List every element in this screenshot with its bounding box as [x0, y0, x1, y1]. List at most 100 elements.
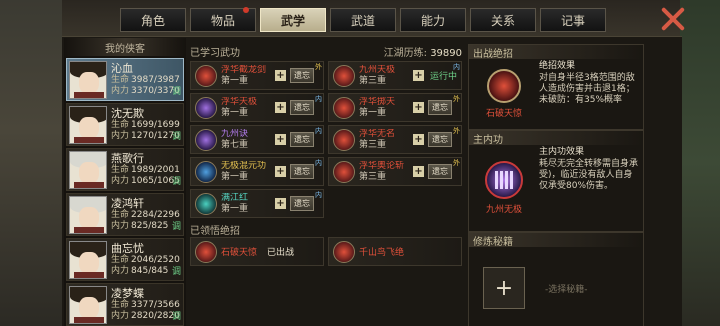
- avatar: [69, 240, 107, 279]
- upgrade-button[interactable]: +: [413, 70, 424, 81]
- forget-button[interactable]: 遗忘: [290, 68, 314, 83]
- forget-button[interactable]: 遗忘: [290, 196, 314, 211]
- skill-name: 九州诀: [221, 128, 249, 139]
- upgrade-button[interactable]: +: [275, 70, 286, 81]
- avatar: [69, 285, 107, 324]
- forget-button[interactable]: 遗忘: [428, 164, 452, 179]
- upgrade-button[interactable]: +: [275, 102, 286, 113]
- upgrade-button[interactable]: +: [275, 166, 286, 177]
- upgrade-button[interactable]: +: [275, 198, 286, 209]
- secret-book-section: 修炼秘籍 + -选择秘籍-: [468, 232, 644, 326]
- mp-label: 内力: [111, 310, 130, 321]
- forget-button[interactable]: 遗忘: [290, 132, 314, 147]
- detail-panel: 出战绝招 石破天惊 绝招效果 对自身半径3格范围的敌人造成伤害并击退1格； 未破…: [468, 44, 644, 326]
- learned-skills-title: 已学习武功: [190, 48, 240, 59]
- skill-card[interactable]: 浮华截龙剑 第一重 + 遗忘外: [190, 61, 324, 90]
- ult-emblem-icon[interactable]: [487, 69, 521, 103]
- forget-button[interactable]: 遗忘: [428, 132, 452, 147]
- forget-button[interactable]: 遗忘: [428, 100, 452, 115]
- tab-items[interactable]: 物品: [190, 7, 256, 32]
- ult-name: 石破天惊: [485, 109, 522, 119]
- skill-card[interactable]: 满江红 第一重 + 遗忘内: [190, 189, 324, 218]
- hero-name: 沁血: [111, 61, 133, 75]
- hero-list-header: 我的侠客: [64, 38, 186, 56]
- avatar: [69, 60, 107, 99]
- tab-label: 记事: [560, 13, 585, 28]
- skill-icon: [333, 64, 355, 87]
- tab-ability[interactable]: 能力: [400, 8, 466, 32]
- avatar: [69, 105, 107, 144]
- avatar: [69, 195, 107, 234]
- upgrade-button[interactable]: +: [413, 134, 424, 145]
- tab-relations[interactable]: 关系: [470, 8, 536, 32]
- skill-card[interactable]: 无极混元功 第一重 + 遗忘内: [190, 157, 324, 186]
- active-ult-section: 出战绝招 石破天惊 绝招效果 对自身半径3格范围的敌人造成伤害并击退1格； 未破…: [468, 44, 644, 130]
- adjust-button[interactable]: 调: [172, 309, 181, 322]
- add-secret-book-button[interactable]: +: [483, 267, 525, 309]
- hero-card[interactable]: 沁血 生命 3987/3987 内力 3370/3370 调: [66, 58, 184, 101]
- notification-dot-icon: [243, 7, 249, 13]
- hero-card[interactable]: 曲忘忧 生命 2046/2520 内力 845/845 调: [66, 238, 184, 281]
- skill-card[interactable]: 浮华掷天 第一重 + 遗忘外: [328, 93, 462, 122]
- skill-card[interactable]: 浮华奥论斩 第三重 + 遗忘外: [328, 157, 462, 186]
- skill-type-badge: 内: [315, 95, 322, 103]
- adjust-button[interactable]: 调: [172, 174, 181, 187]
- skill-name: 浮华截龙剑: [221, 64, 267, 75]
- skill-name: 浮华掷天: [359, 96, 396, 107]
- adjust-button[interactable]: 调: [172, 264, 181, 277]
- mp-label: 内力: [111, 130, 130, 141]
- skill-type-badge: 外: [453, 95, 460, 103]
- close-icon[interactable]: [660, 6, 686, 32]
- skill-icon: [195, 128, 217, 151]
- hero-card[interactable]: 凌梦蝶 生命 3377/3566 内力 2820/2820 调: [66, 283, 184, 326]
- hp-value: 2284/2296: [131, 209, 180, 220]
- hp-label: 生命: [111, 119, 130, 130]
- skill-card[interactable]: 浮华天极 第一重 + 遗忘内: [190, 93, 324, 122]
- skill-card[interactable]: 浮华无名 第三重 + 遗忘外: [328, 125, 462, 154]
- tab-role[interactable]: 角色: [120, 8, 186, 32]
- tab-martial-arts[interactable]: 武学: [260, 8, 326, 32]
- mp-label: 内力: [111, 220, 130, 231]
- upgrade-button[interactable]: +: [413, 102, 424, 113]
- hp-value: 3987/3987: [131, 74, 180, 85]
- inner-skill-title: 主内功: [469, 131, 643, 146]
- adjust-button[interactable]: 调: [172, 219, 181, 232]
- skill-level: 第三重: [359, 139, 387, 150]
- skill-level: 第一重: [359, 107, 387, 118]
- ult-name: 石破天惊: [221, 248, 258, 258]
- upgrade-button[interactable]: +: [413, 166, 424, 177]
- hero-card[interactable]: 凌鸿轩 生命 2284/2296 内力 825/825 调: [66, 193, 184, 236]
- skill-name: 浮华奥论斩: [359, 160, 405, 171]
- tab-label: 关系: [490, 13, 515, 28]
- skill-type-badge: 外: [315, 63, 322, 71]
- avatar: [69, 150, 107, 189]
- skill-icon: [195, 96, 217, 119]
- ult-icon: [195, 240, 217, 263]
- skill-level: 第七重: [221, 139, 249, 150]
- inner-skill-icon[interactable]: [485, 161, 523, 199]
- upgrade-button[interactable]: +: [275, 134, 286, 145]
- hero-card[interactable]: 沈无欺 生命 1699/1699 内力 1270/1270 调: [66, 103, 184, 146]
- hp-value: 1989/2001: [131, 164, 180, 175]
- ult-card[interactable]: 千山鸟飞绝: [328, 237, 462, 266]
- ult-effect-title: 绝招效果: [539, 61, 576, 71]
- hp-label: 生命: [111, 164, 130, 175]
- hero-name: 凌梦蝶: [111, 286, 144, 300]
- tab-journal[interactable]: 记事: [540, 8, 606, 32]
- inner-skill-name: 九州无极: [485, 205, 522, 215]
- hero-name: 凌鸿轩: [111, 196, 144, 210]
- inner-effect-title: 主内功效果: [539, 147, 585, 157]
- ult-effect-more: 未破防：有35%概率: [539, 95, 623, 105]
- skill-card[interactable]: 九州诀 第七重 + 遗忘内: [190, 125, 324, 154]
- skill-card[interactable]: 九州天极 第三重 + 运行中内: [328, 61, 462, 90]
- inner-skill-section: 主内功 九州无极 主内功效果 耗尽无完全转移需自身承受)，临近没有敌人自身仅承受…: [468, 130, 644, 232]
- adjust-button[interactable]: 调: [172, 84, 181, 97]
- mp-value: 825/825: [131, 220, 169, 231]
- skill-name: 浮华天极: [221, 96, 258, 107]
- adjust-button[interactable]: 调: [172, 129, 181, 142]
- hero-card[interactable]: 燕歌行 生命 1989/2001 内力 1065/1065 调: [66, 148, 184, 191]
- forget-button[interactable]: 遗忘: [290, 164, 314, 179]
- ult-card[interactable]: 石破天惊 已出战: [190, 237, 324, 266]
- forget-button[interactable]: 遗忘: [290, 100, 314, 115]
- tab-wudao[interactable]: 武道: [330, 8, 396, 32]
